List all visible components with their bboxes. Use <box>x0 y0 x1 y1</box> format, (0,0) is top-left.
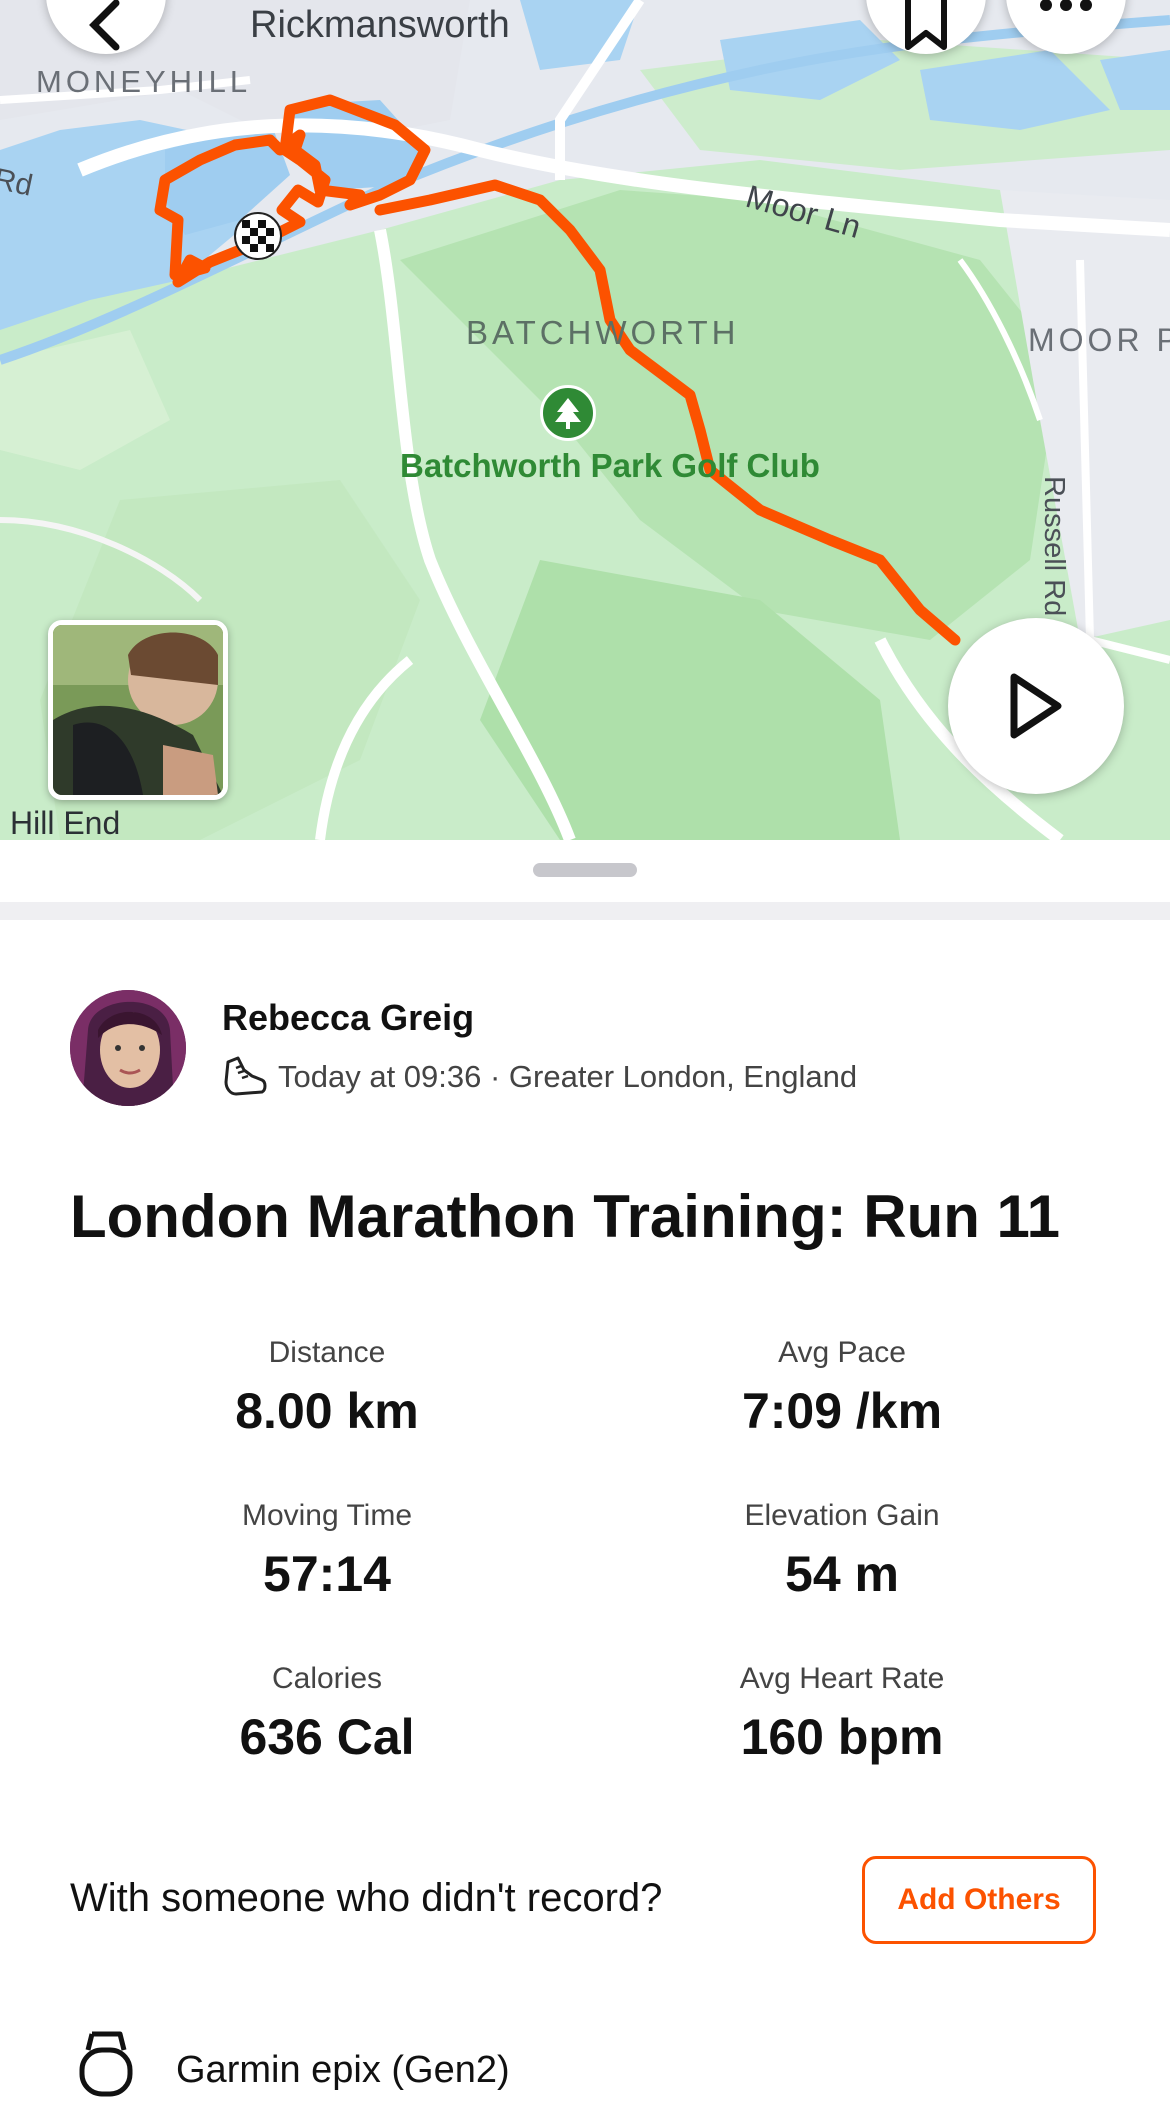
stat-label: Calories <box>271 1662 383 1695</box>
stat-avg-heart-rate: Avg Heart Rate 160 bpm <box>642 1662 1042 1766</box>
stat-calories: Calories 636 Cal <box>127 1662 527 1766</box>
stat-label: Moving Time <box>241 1499 413 1532</box>
play-route-button[interactable] <box>948 618 1124 794</box>
activity-photo-thumbnail[interactable] <box>48 620 228 800</box>
activity-date-location: Today at 09:36 · Greater London, England <box>278 1059 858 1094</box>
drag-handle[interactable] <box>533 863 637 877</box>
map-label-russell-rd: Russell Rd <box>1038 476 1070 617</box>
tree-icon <box>540 385 596 441</box>
route-map[interactable]: Rickmansworth MONEYHILL Rd Moor Ln BATCH… <box>0 0 1170 840</box>
activity-title: London Marathon Training: Run 11 <box>70 1183 1060 1250</box>
stat-label: Elevation Gain <box>744 1499 940 1532</box>
stat-value: 160 bpm <box>740 1709 944 1765</box>
stat-avg-pace: Avg Pace 7:09 /km <box>642 1336 1042 1440</box>
stat-distance: Distance 8.00 km <box>127 1336 527 1440</box>
map-label-golf-club: Batchworth Park Golf Club <box>400 447 820 484</box>
stat-value: 54 m <box>785 1546 899 1602</box>
map-label-rickmansworth: Rickmansworth <box>250 4 510 46</box>
stat-value: 57:14 <box>263 1546 391 1602</box>
stat-label: Avg Heart Rate <box>739 1662 945 1695</box>
play-icon <box>1010 673 1062 739</box>
watch-icon <box>79 2031 133 2097</box>
map-label-moneyhill: MONEYHILL <box>36 64 252 99</box>
stat-moving-time: Moving Time 57:14 <box>127 1499 527 1603</box>
running-shoe-icon <box>224 1056 267 1096</box>
back-chevron-icon <box>89 0 120 51</box>
map-label-moor-park: MOOR P <box>1028 322 1170 358</box>
add-others-prompt: With someone who didn't record? <box>70 1876 663 1920</box>
bookmark-icon <box>905 0 947 50</box>
section-divider <box>0 902 1170 920</box>
finish-flag-icon <box>234 212 282 260</box>
device-row: Garmin epix (Gen2) <box>76 2030 510 2110</box>
stat-label: Distance <box>268 1336 386 1369</box>
add-others-button[interactable]: Add Others <box>862 1856 1096 1944</box>
more-icon <box>1040 0 1092 11</box>
stat-elevation-gain: Elevation Gain 54 m <box>642 1499 1042 1603</box>
athlete-name[interactable]: Rebecca Greig <box>222 997 474 1039</box>
stat-value: 8.00 km <box>235 1383 419 1439</box>
device-name: Garmin epix (Gen2) <box>176 2048 510 2091</box>
activity-meta: Today at 09:36 · Greater London, England <box>222 1054 857 1100</box>
map-label-hill-end: Hill End <box>10 805 121 840</box>
stat-value: 7:09 /km <box>741 1383 943 1439</box>
stat-value: 636 Cal <box>239 1709 415 1765</box>
stat-label: Avg Pace <box>778 1336 906 1369</box>
avatar[interactable] <box>70 990 186 1106</box>
map-label-batchworth: BATCHWORTH <box>466 314 740 351</box>
